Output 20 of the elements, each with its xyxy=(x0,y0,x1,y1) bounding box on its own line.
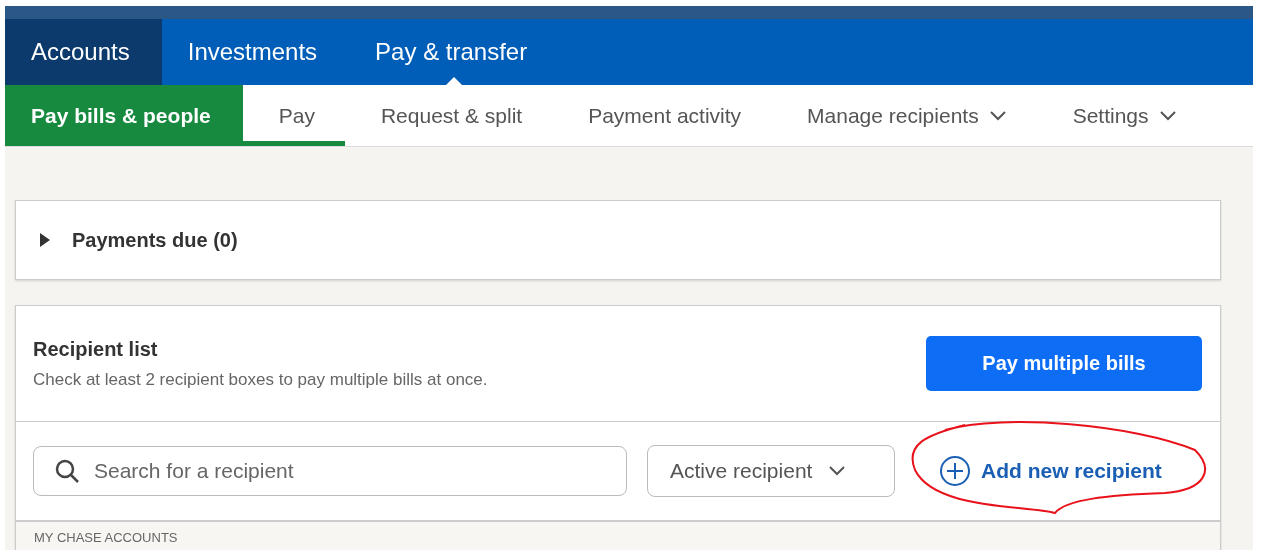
hint-text: Check at least 2 recipient boxes to pay multiple bills at once. xyxy=(33,369,488,390)
card-title: Recipient list xyxy=(33,337,159,361)
sub-nav-tab[interactable]: Manage recipients xyxy=(771,85,1037,146)
search-field[interactable]: Search for a recipient xyxy=(33,446,627,496)
nav-tab[interactable]: Accounts xyxy=(5,19,162,85)
panel-title: Payments due (0) xyxy=(72,228,238,252)
chevron-down-icon xyxy=(828,465,847,477)
pay-multiple-button[interactable]: Pay multiple bills xyxy=(926,336,1202,391)
nav-tab[interactable]: Investments xyxy=(161,19,350,85)
payments-due-panel[interactable]: Payments due (0) xyxy=(15,200,1221,280)
triangle-icon xyxy=(40,233,50,247)
add-recipient-link[interactable]: Add new recipient xyxy=(939,455,1162,487)
group-heading: MY CHASE ACCOUNTS xyxy=(16,522,1220,550)
search-icon xyxy=(54,458,80,484)
plus-circle-icon xyxy=(939,455,971,487)
sub-nav-tab[interactable]: Payment activity xyxy=(552,85,772,146)
sub-nav-tab[interactable]: Settings xyxy=(1036,85,1207,146)
section-label: Pay bills & people xyxy=(5,85,243,146)
sub-nav-tab[interactable]: Request & split xyxy=(344,85,553,146)
filter-dropdown[interactable]: Active recipient xyxy=(647,445,895,497)
